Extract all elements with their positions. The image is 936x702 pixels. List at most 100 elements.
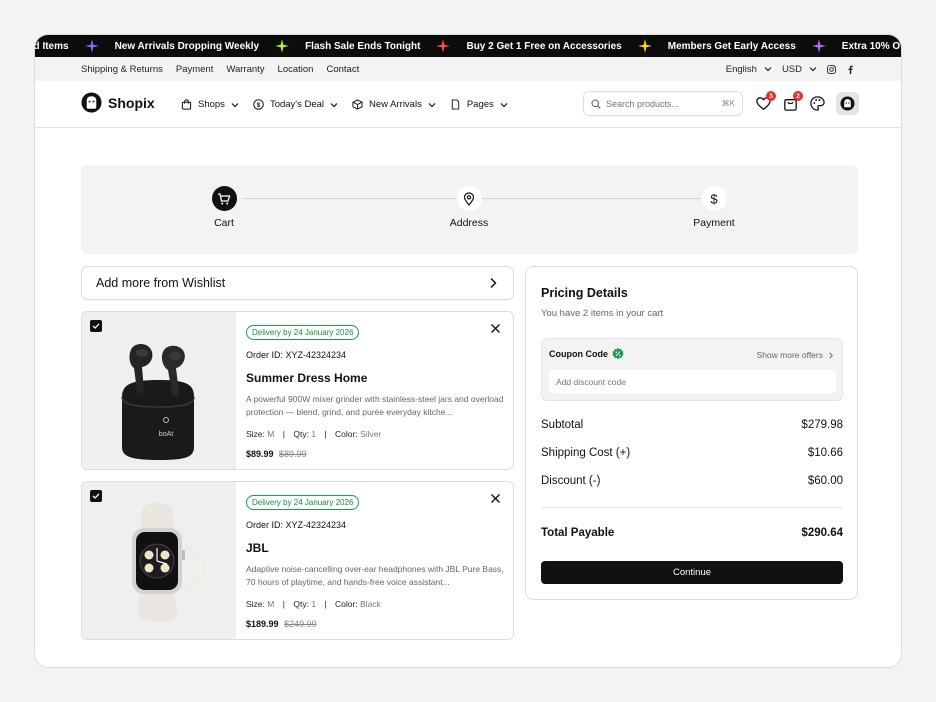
order-id: Order ID: XYZ-42324234 <box>246 520 347 530</box>
page-icon <box>451 99 459 110</box>
user-avatar[interactable] <box>836 92 859 115</box>
color-value[interactable]: Black <box>360 599 381 609</box>
size-value[interactable]: M <box>267 599 274 609</box>
meta-separator: | <box>282 599 285 609</box>
dollar-icon: $ <box>710 192 718 206</box>
ticker-message: ed Items <box>35 40 69 52</box>
chevron-down-icon <box>809 67 817 72</box>
size-value[interactable]: M <box>267 429 274 439</box>
earbuds-brand-text: boAt <box>159 431 173 438</box>
instagram-icon[interactable] <box>827 64 836 74</box>
nav-todays-deal[interactable]: $ Today's Deal <box>253 99 338 110</box>
link-shipping-returns[interactable]: Shipping & Returns <box>81 64 163 75</box>
shipping-label: Shipping Cost (+) <box>541 447 631 459</box>
subtotal-value: $279.98 <box>801 419 843 431</box>
link-contact[interactable]: Contact <box>326 64 359 75</box>
logo-mark-icon <box>81 92 102 113</box>
chevron-down-icon <box>330 102 338 107</box>
brand-name: Shopix <box>108 94 155 111</box>
brand-logo[interactable]: Shopix <box>81 92 155 113</box>
bag-icon <box>181 99 192 110</box>
step-connector <box>481 198 701 199</box>
dollar-circle-icon: $ <box>253 99 264 110</box>
item-select-checkbox[interactable] <box>90 490 102 502</box>
item-select-checkbox[interactable] <box>90 320 102 332</box>
language-select[interactable]: English <box>726 64 772 75</box>
page-frame: ed Items New Arrivals Dropping Weekly Fl… <box>34 34 902 668</box>
link-payment[interactable]: Payment <box>176 64 214 75</box>
discount-code-input[interactable] <box>549 370 836 393</box>
add-from-wishlist-button[interactable]: Add more from Wishlist <box>81 266 514 300</box>
search-box[interactable]: ⌘K <box>583 91 743 116</box>
search-icon <box>591 98 601 109</box>
ticker-message: Extra 10% Off Your First Order <box>841 40 901 52</box>
sparkle-icon <box>275 39 290 53</box>
step-address[interactable]: Address <box>429 186 509 229</box>
product-image[interactable]: boAt <box>82 312 236 469</box>
currency-select[interactable]: USD <box>782 64 817 75</box>
product-description: Adaptive noise-cancelling over-ear headp… <box>246 564 504 587</box>
nav-new-arrivals[interactable]: New Arrivals <box>352 99 436 110</box>
sparkle-icon <box>84 39 99 53</box>
search-shortcut: ⌘K <box>721 99 735 108</box>
product-description: A powerful 900W mixer grinder with stain… <box>246 394 504 417</box>
smartwatch-image <box>132 502 206 622</box>
check-icon <box>92 493 100 499</box>
shipping-row: Shipping Cost (+) $10.66 <box>541 447 843 459</box>
shipping-value: $10.66 <box>807 447 843 459</box>
product-name[interactable]: Summer Dress Home <box>246 371 508 385</box>
theme-button[interactable] <box>809 95 826 112</box>
qty-value[interactable]: 1 <box>311 429 316 439</box>
discount-badge-icon <box>612 348 624 360</box>
chevron-down-icon <box>231 102 239 107</box>
subtotal-row: Subtotal $279.98 <box>541 419 843 431</box>
cart-item: boAt Delivery by 24 January 2026 Order I… <box>81 311 514 470</box>
show-more-offers-link[interactable]: Show more offers <box>757 350 834 360</box>
coupon-label: Coupon Code <box>549 348 624 360</box>
show-offers-label: Show more offers <box>756 350 823 360</box>
item-details: Delivery by 24 January 2026 Order ID: XY… <box>246 492 508 629</box>
earbuds-image: boAt <box>121 344 195 460</box>
step-address-dot <box>456 186 482 211</box>
color-value[interactable]: Silver <box>360 429 381 439</box>
delivery-badge: Delivery by 24 January 2026 <box>246 325 360 340</box>
step-cart-dot <box>211 186 237 211</box>
pricing-divider <box>541 507 843 508</box>
step-label: Cart <box>214 217 234 229</box>
product-meta: Size: M | Qty: 1 | Color: Silver <box>246 429 508 439</box>
utility-bar: Shipping & Returns Payment Warranty Loca… <box>35 57 901 81</box>
nav-shops[interactable]: Shops <box>181 99 239 110</box>
original-price: $249.99 <box>284 619 317 629</box>
coupon-box: Coupon Code Show more offers <box>541 338 843 401</box>
step-connector <box>243 198 456 199</box>
cart-count-badge: 2 <box>793 91 803 101</box>
current-price: $189.99 <box>246 619 279 629</box>
chevron-right-icon <box>829 352 833 358</box>
cart-item: Delivery by 24 January 2026 Order ID: XY… <box>81 481 514 640</box>
wishlist-count-badge: 3 <box>766 91 776 101</box>
checkout-stepper: Cart Address $ Payment <box>81 165 858 254</box>
svg-text:$: $ <box>257 102 261 109</box>
header-actions: 3 2 <box>755 91 859 116</box>
chevron-down-icon <box>428 102 436 107</box>
qty-value[interactable]: 1 <box>311 599 316 609</box>
product-name[interactable]: JBL <box>246 541 508 555</box>
main-nav: Shops $ Today's Deal New Arrivals Pages <box>181 81 508 128</box>
nav-label: Today's Deal <box>269 99 325 110</box>
ticker-message: Buy 2 Get 1 Free on Accessories <box>466 40 622 52</box>
cart-button[interactable]: 2 <box>782 91 803 112</box>
continue-button[interactable]: Continue <box>541 561 843 584</box>
step-payment[interactable]: $ Payment <box>674 186 754 229</box>
cart-icon <box>218 192 231 204</box>
step-cart[interactable]: Cart <box>184 186 264 229</box>
step-payment-dot: $ <box>701 186 727 211</box>
wishlist-button[interactable]: 3 <box>755 91 776 112</box>
chevron-down-icon <box>500 102 508 107</box>
facebook-icon[interactable] <box>846 65 855 74</box>
search-input[interactable] <box>606 98 711 109</box>
link-warranty[interactable]: Warranty <box>226 64 264 75</box>
nav-pages[interactable]: Pages <box>450 99 508 110</box>
user-avatar-icon <box>840 96 855 111</box>
product-image[interactable] <box>82 482 236 639</box>
link-location[interactable]: Location <box>278 64 314 75</box>
